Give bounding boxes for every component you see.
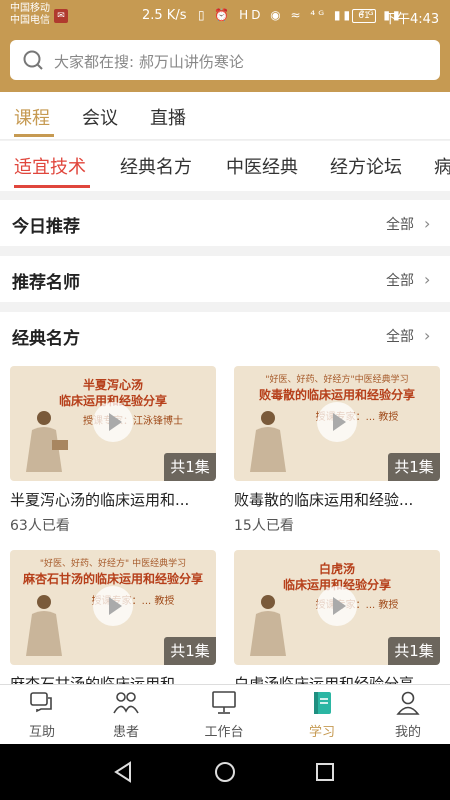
see-all-link[interactable]: 全部 — [386, 270, 414, 290]
tab-tcm-classics[interactable]: 中医经典 — [226, 153, 298, 179]
chevron-right-icon[interactable]: › — [424, 270, 430, 289]
bottom-nav: 互助 患者 工作台 学习 我的 — [0, 684, 450, 744]
thumb-teacher: 授课专家：... 教授 — [315, 600, 399, 611]
nav-label: 互助 — [28, 725, 55, 740]
user-icon — [396, 691, 420, 715]
course-thumbnail[interactable]: "好医、好药、好经方" 中医经典学习 麻杏石甘汤的临床运用和经验分享 授课专家：… — [10, 550, 216, 665]
thumb-caption: "好医、好药、好经方"中医经典学习 — [265, 375, 409, 385]
nav-label: 工作台 — [204, 725, 244, 740]
back-icon[interactable] — [110, 758, 138, 786]
app-header: 中国移动 中国电信 ✉ 2.5 K/s ▯ ⏰ HD ◉ ≈ ⁴ᴳ ▮▮ ²ᴳ … — [0, 0, 450, 92]
carrier-2: 中国电信 — [10, 15, 50, 26]
system-nav-bar — [0, 744, 450, 800]
search-icon — [23, 50, 43, 70]
play-icon[interactable] — [317, 402, 357, 442]
episode-count-badge: 共1集 — [388, 637, 440, 665]
course-title[interactable]: 败毒散的临床运用和经验... — [234, 489, 440, 510]
status-bar: 中国移动 中国电信 ✉ 2.5 K/s ▯ ⏰ HD ◉ ≈ ⁴ᴳ ▮▮ ²ᴳ … — [0, 0, 450, 34]
course-thumbnail[interactable]: 半夏泻心汤 临床运用和经验分享 授课专家：江泳锋博士 共1集 — [10, 366, 216, 481]
course-thumbnail[interactable]: 白虎汤 临床运用和经验分享 授课专家：... 教授 共1集 — [234, 550, 440, 665]
scholar-figure-icon — [26, 411, 68, 472]
tab-formula-forum[interactable]: 经方论坛 — [330, 153, 402, 179]
section-title: 今日推荐 — [12, 217, 80, 237]
play-icon[interactable] — [93, 402, 133, 442]
notification-badge-icon: ✉ — [54, 9, 68, 23]
play-icon[interactable] — [317, 586, 357, 626]
nav-label: 患者 — [112, 725, 139, 740]
chat-bubbles-icon — [30, 692, 52, 713]
course-title[interactable]: 白虎汤临床运用和经验分享 — [234, 673, 440, 684]
course-grid: 半夏泻心汤 临床运用和经验分享 授课专家：江泳锋博士 共1集 半夏泻心汤的临床运… — [0, 352, 450, 684]
chevron-right-icon[interactable]: › — [424, 326, 430, 345]
episode-count-badge: 共1集 — [164, 637, 216, 665]
thumb-caption: "好医、好药、好经方" 中医经典学习 — [39, 559, 187, 569]
course-thumbnail[interactable]: "好医、好药、好经方"中医经典学习 败毒散的临床运用和经验分享 授课专家：...… — [234, 366, 440, 481]
episode-count-badge: 共1集 — [164, 453, 216, 481]
home-icon[interactable] — [211, 758, 239, 786]
book-icon — [314, 692, 331, 714]
tab-meetings[interactable]: 会议 — [82, 104, 118, 130]
thumb-title: 败毒散的临床运用和经验分享 — [258, 388, 415, 402]
clock: 下午4:43 — [384, 12, 440, 27]
see-all-link[interactable]: 全部 — [386, 214, 414, 234]
thumb-teacher: 授课专家：... 教授 — [91, 596, 175, 607]
nav-item-profile[interactable]: 我的 — [376, 689, 440, 740]
people-icon — [113, 692, 139, 714]
nav-item-study[interactable]: 学习 — [290, 689, 354, 740]
tab-live[interactable]: 直播 — [150, 104, 186, 130]
nav-item-workbench[interactable]: 工作台 — [192, 689, 256, 740]
see-all-link[interactable]: 全部 — [386, 326, 414, 346]
view-count: 63人已看 — [10, 518, 70, 534]
tab-appropriate-tech[interactable]: 适宜技术 — [14, 153, 86, 179]
section-title: 经典名方 — [12, 329, 80, 349]
category-tabs: 适宜技术 经典名方 中医经典 经方论坛 病 — [0, 141, 450, 191]
sub-tab-indicator — [14, 185, 90, 188]
thumb-teacher: 授课专家：江泳锋博士 — [83, 416, 183, 427]
course-title[interactable]: 半夏泻心汤的临床运用和... — [10, 489, 216, 510]
section-title: 推荐名师 — [12, 273, 80, 293]
episode-count-badge: 共1集 — [388, 453, 440, 481]
scholar-figure-icon — [26, 595, 62, 656]
nav-item-patients[interactable]: 患者 — [94, 689, 158, 740]
search-bar[interactable]: 大家都在搜: 郝万山讲伤寒论 — [10, 40, 440, 80]
tab-courses[interactable]: 课程 — [14, 104, 50, 130]
scholar-figure-icon — [250, 595, 286, 656]
play-icon[interactable] — [93, 586, 133, 626]
monitor-icon — [212, 691, 236, 714]
section-today-recommend: 今日推荐 全部 › — [0, 200, 450, 246]
nav-label: 学习 — [308, 725, 335, 740]
carrier-1: 中国移动 — [10, 3, 50, 14]
main-tabs: 课程 会议 直播 — [0, 92, 450, 140]
section-recommended-teachers: 推荐名师 全部 › — [0, 256, 450, 302]
course-title[interactable]: 麻杏石甘汤的临床运用和... — [10, 673, 216, 684]
view-count: 15人已看 — [234, 518, 294, 534]
main-tab-indicator — [14, 134, 54, 137]
thumb-title: 白虎汤 — [318, 562, 355, 576]
carrier-info: 中国移动 中国电信 — [10, 3, 50, 27]
battery-icon: 61 — [352, 9, 376, 23]
nav-label: 我的 — [394, 725, 421, 740]
search-placeholder[interactable]: 大家都在搜: 郝万山讲伤寒论 — [54, 51, 244, 72]
scholar-figure-icon — [250, 411, 286, 472]
thumb-title: 半夏泻心汤 — [82, 378, 143, 392]
thumb-title: 麻杏石甘汤的临床运用和经验分享 — [22, 572, 203, 586]
nav-item-help[interactable]: 互助 — [10, 689, 74, 740]
thumb-teacher: 授课专家：... 教授 — [315, 412, 399, 423]
network-speed: 2.5 K/s — [142, 8, 187, 23]
tab-more[interactable]: 病 — [434, 153, 450, 179]
chevron-right-icon[interactable]: › — [424, 214, 430, 233]
recents-icon[interactable] — [311, 758, 339, 786]
tab-classic-formulas[interactable]: 经典名方 — [120, 153, 192, 179]
